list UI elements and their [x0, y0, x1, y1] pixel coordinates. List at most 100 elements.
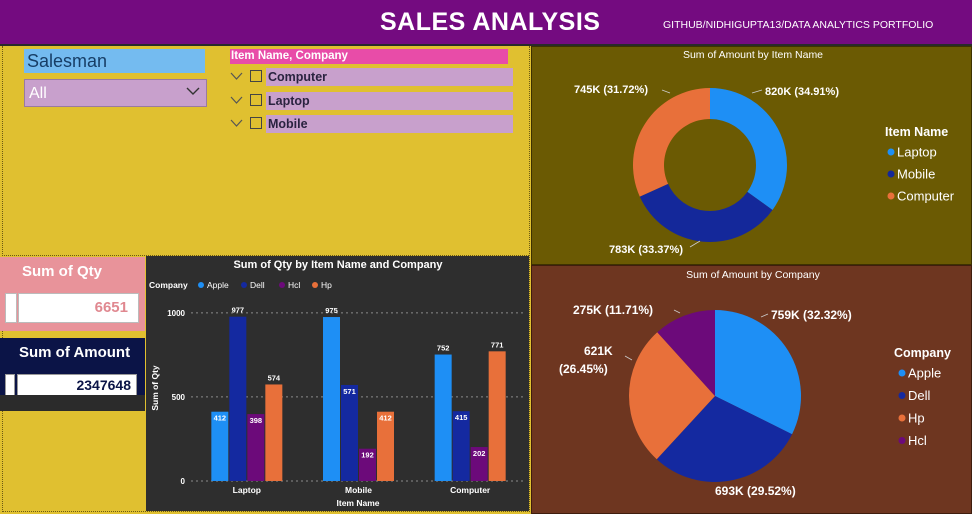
- slicer-item-computer[interactable]: Computer: [230, 68, 513, 86]
- x-tick-label: Computer: [450, 485, 491, 495]
- card-label: Sum of Qty: [22, 263, 103, 280]
- legend-label: Dell: [908, 388, 931, 403]
- slice-data-label: 745K (31.72%): [574, 84, 648, 96]
- legend-marker: [312, 282, 318, 288]
- slicer-item-label: Laptop: [266, 92, 513, 110]
- bar-value-label: 192: [361, 451, 374, 460]
- slice-data-label: (26.45%): [559, 362, 608, 376]
- checkbox[interactable]: [250, 70, 262, 82]
- legend-title: Company: [894, 346, 951, 360]
- leader-line: [760, 313, 769, 318]
- y-tick-label: 500: [172, 393, 186, 402]
- x-tick-label: Mobile: [345, 485, 372, 495]
- card-label: Sum of Amount: [19, 344, 131, 361]
- checkbox[interactable]: [250, 117, 262, 129]
- slicer-item-mobile[interactable]: Mobile: [230, 115, 513, 133]
- legend-marker: [887, 192, 895, 200]
- slicer-item-label: Computer: [266, 68, 513, 86]
- legend-label: Mobile: [897, 167, 935, 182]
- leader-line: [673, 309, 681, 314]
- legend-marker: [887, 170, 895, 178]
- legend-label: Dell: [250, 280, 265, 290]
- donut-slice-laptop: [710, 88, 787, 210]
- legend-marker: [198, 282, 204, 288]
- x-tick-label: Laptop: [233, 485, 261, 495]
- qty-bar-chart-panel: Sum of Qty by Item Name and Company Compa…: [146, 256, 529, 511]
- bar-value-label: 571: [343, 387, 356, 396]
- qty-bar-chart[interactable]: Sum of Qty by Item Name and Company Compa…: [146, 256, 529, 511]
- divider: [529, 46, 530, 512]
- leader-line: [624, 355, 633, 361]
- leader-line: [661, 89, 671, 94]
- checkbox[interactable]: [250, 94, 262, 106]
- item-slicer-header: Item Name, Company: [230, 49, 508, 64]
- slice-data-label: 783K (33.37%): [609, 244, 683, 256]
- chart-title: Sum of Qty by Item Name and Company: [233, 259, 443, 271]
- chevron-down-icon[interactable]: [186, 84, 200, 98]
- card-value-box: 6651: [18, 293, 139, 323]
- card-side-box: [5, 293, 17, 323]
- amount-by-company-pie-chart[interactable]: Sum of Amount by Company 759K (32.32%) 693…: [532, 266, 972, 514]
- bar-value-label: 412: [214, 414, 227, 423]
- card-value-box: 2347648: [17, 374, 137, 396]
- legend-title: Company: [149, 280, 188, 290]
- legend-title: Item Name: [885, 125, 948, 139]
- bar-value-label: 975: [325, 306, 338, 315]
- chevron-down-icon[interactable]: [230, 117, 243, 129]
- donut-slice-computer: [633, 88, 710, 197]
- legend-marker: [898, 414, 906, 422]
- chart-title: Sum of Amount by Item Name: [683, 49, 823, 61]
- page-title: SALES ANALYSIS: [380, 8, 601, 36]
- chart-title: Sum of Amount by Company: [686, 269, 820, 281]
- slice-data-label: 820K (34.91%): [765, 86, 839, 98]
- y-tick-label: 0: [181, 477, 186, 486]
- bar-value-label: 398: [250, 416, 263, 425]
- legend-marker: [898, 392, 906, 399]
- legend-marker: [898, 369, 906, 377]
- legend-label: Hp: [321, 280, 332, 290]
- leader-line: [689, 240, 701, 248]
- bar-value-label: 771: [491, 340, 504, 349]
- bar-value-label: 752: [437, 344, 450, 353]
- bar-dell-laptop: [229, 316, 247, 481]
- legend-label: Computer: [897, 189, 955, 204]
- sales-dashboard: SALES ANALYSIS GITHUB/NIDHIGUPTA13/DATA …: [0, 0, 972, 514]
- amount-by-company-panel: Sum of Amount by Company 759K (32.32%) 693…: [531, 265, 972, 514]
- salesman-dropdown[interactable]: All: [24, 79, 207, 107]
- legend-label: Hcl: [908, 433, 927, 448]
- legend-marker: [887, 148, 895, 156]
- legend-label: Laptop: [897, 145, 937, 160]
- amount-by-item-donut-chart[interactable]: Sum of Amount by Item Name 820K (34.91%) 7…: [532, 47, 972, 266]
- leader-line: [751, 89, 763, 94]
- bar-value-label: 412: [379, 414, 392, 423]
- bar-hp-laptop: [265, 384, 283, 481]
- legend-marker: [241, 282, 247, 288]
- bar-dell-mobile: [341, 384, 358, 481]
- slice-data-label: 693K (29.52%): [715, 484, 796, 498]
- bar-value-label: 202: [473, 449, 486, 458]
- card-value: 2347648: [76, 377, 131, 393]
- legend-marker: [898, 437, 906, 444]
- amount-by-item-panel: Sum of Amount by Item Name 820K (34.91%) 7…: [531, 46, 972, 265]
- slice-data-label: 759K (32.32%): [771, 308, 852, 322]
- card-value: 6651: [94, 299, 128, 316]
- sum-of-qty-card: Sum of Qty 6651: [0, 257, 145, 331]
- legend-label: Apple: [908, 366, 941, 381]
- dashboard-header: SALES ANALYSIS GITHUB/NIDHIGUPTA13/DATA …: [0, 0, 972, 46]
- chevron-down-icon[interactable]: [230, 70, 243, 82]
- slice-data-label: 621K: [584, 344, 613, 358]
- legend-label: Apple: [207, 280, 229, 290]
- chevron-down-icon[interactable]: [230, 94, 243, 106]
- legend-label: Hp: [908, 411, 925, 426]
- salesman-slicer-label: Salesman: [24, 49, 205, 73]
- portfolio-credit: GITHUB/NIDHIGUPTA13/DATA ANALYTICS PORTF…: [663, 19, 934, 31]
- slicer-item-laptop[interactable]: Laptop: [230, 92, 513, 110]
- bar-hp-computer: [488, 351, 506, 481]
- card-footer-strip: [0, 395, 145, 411]
- bar-value-label: 415: [455, 413, 468, 422]
- y-axis-label: Sum of Qty: [150, 365, 160, 411]
- y-tick-label: 1000: [167, 309, 185, 318]
- bar-apple-computer: [434, 354, 452, 481]
- slicer-item-label: Mobile: [266, 115, 513, 133]
- card-side-box: [5, 374, 15, 396]
